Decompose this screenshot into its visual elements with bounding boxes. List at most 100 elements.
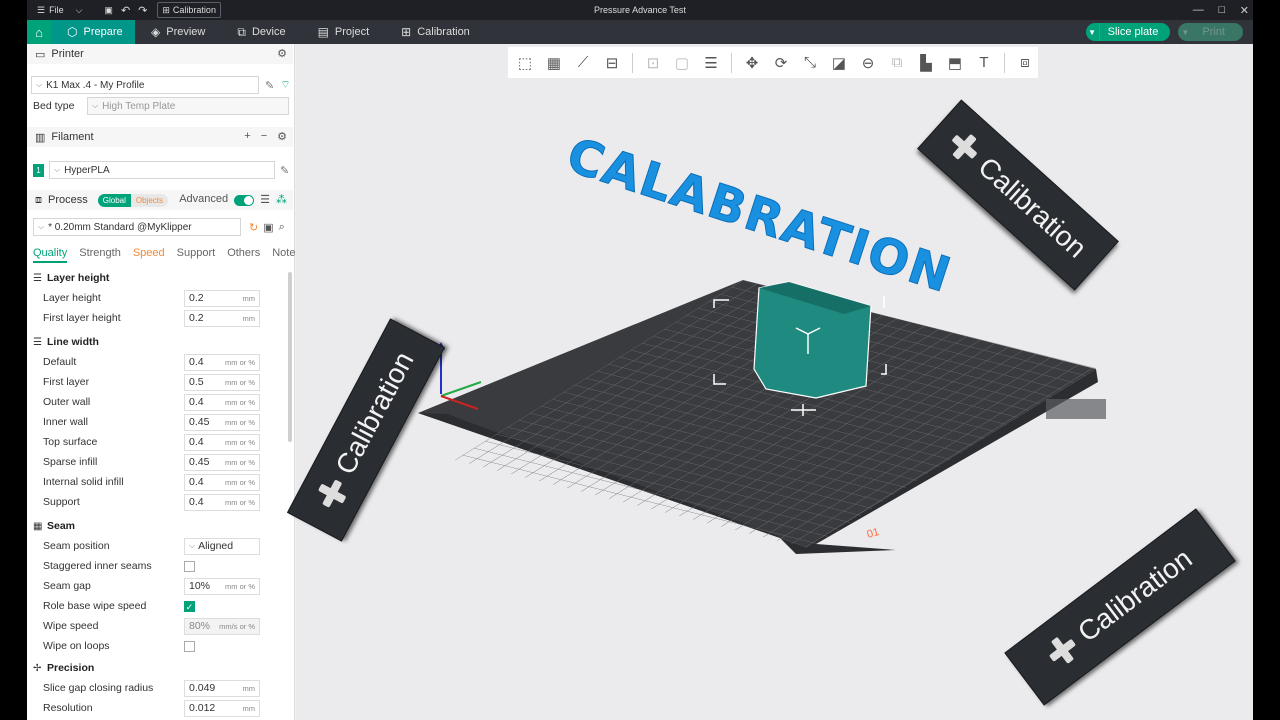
tab-prepare[interactable]: ⬡ Prepare (51, 20, 135, 44)
group-precision: ✢ Precision (27, 658, 286, 678)
param-input[interactable]: 0.5 mm or % (184, 373, 260, 391)
tab-preview[interactable]: ◈ Preview (135, 20, 221, 44)
plate-icons[interactable] (1046, 399, 1106, 419)
remove-icon[interactable]: − (261, 130, 267, 143)
close-button[interactable]: ✕ (1240, 4, 1249, 17)
wifi-icon[interactable]: ⌔ (280, 78, 290, 92)
tab-strength[interactable]: Strength (79, 247, 121, 263)
param-value: 0.5 (189, 376, 204, 388)
search-icon[interactable]: ⌕ (279, 221, 285, 234)
add-icon[interactable]: + (244, 130, 250, 143)
wipe-loops-checkbox[interactable] (184, 640, 195, 652)
param-value: 0.2 (189, 312, 204, 324)
role-wipe-checkbox[interactable]: ✓ (184, 600, 195, 612)
param-unit: mm (242, 683, 256, 693)
param-input[interactable]: 0.4 mm or % (184, 433, 260, 451)
file-menu[interactable]: ☰ File ⌵ (27, 0, 86, 20)
process-profile-select[interactable]: ⌵ * 0.20mm Standard @MyKlipper (33, 218, 241, 236)
param-input[interactable]: 0.2 mm (184, 309, 260, 327)
3d-viewport[interactable]: ⬚ ▦ ⟋ ⊟ ⊡ ▢ ☰ ✥ ⟳ ⤡ ◪ ⊖ ⧉ ▙ ⬒ T ⧈ 01 CAL… (286, 44, 1253, 720)
calibration-title-tab[interactable]: ⊞ Calibration (157, 2, 221, 18)
tab-quality[interactable]: Quality (33, 247, 68, 263)
calibration-title-tab-label: Calibration (172, 5, 216, 15)
group-label: Precision (47, 662, 95, 674)
save-icon[interactable]: ▣ (263, 221, 273, 234)
param-input[interactable]: 0.2 mm (184, 289, 260, 307)
param-unit: mm or % (225, 581, 255, 591)
param-row: Staggered inner seams (27, 556, 286, 576)
param-input[interactable]: 0.012 mm (184, 699, 260, 717)
param-input[interactable]: 0.4 mm or % (184, 353, 260, 371)
left-black-border (0, 0, 27, 720)
calabration-overlay-text: CALABRATION (560, 127, 958, 304)
tab-others[interactable]: Others (227, 247, 260, 263)
global-objects-toggle[interactable]: Global Objects (97, 193, 168, 207)
seam-position-select[interactable]: ⌵ Aligned (184, 537, 260, 555)
param-input[interactable]: 0.4 mm or % (184, 393, 260, 411)
param-row: Seam position ⌵ Aligned (27, 536, 286, 556)
list-icon[interactable]: ☰ (260, 193, 270, 206)
param-input[interactable]: 10% mm or % (184, 577, 260, 595)
param-input[interactable]: 0.049 mm (184, 679, 260, 697)
param-input[interactable]: 0.4 mm or % (184, 473, 260, 491)
redo-icon[interactable]: ↷ (134, 0, 151, 20)
process-profile-value: * 0.20mm Standard @MyKlipper (48, 221, 192, 233)
tab-speed[interactable]: Speed (133, 247, 165, 263)
reset-icon[interactable]: ↻ (249, 221, 258, 234)
calibration-icon (313, 475, 351, 513)
chevron-down-icon[interactable]: ▼ (1086, 23, 1100, 41)
param-unit: mm (242, 703, 256, 713)
objects-toggle[interactable]: Objects (130, 193, 168, 207)
bed-type-select[interactable]: ⌵ High Temp Plate (87, 97, 289, 115)
param-unit: mm or % (225, 357, 255, 367)
save-icon[interactable]: ▣ (100, 0, 117, 20)
minimize-button[interactable]: — (1193, 4, 1204, 16)
process-profile-row: ⌵ * 0.20mm Standard @MyKlipper ↻ ▣ ⌕ (33, 218, 285, 236)
home-icon[interactable]: ⌂ (27, 20, 51, 44)
param-value: 0.4 (189, 396, 204, 408)
param-value: Aligned (198, 540, 234, 552)
chevron-down-icon[interactable]: ▼ (1178, 23, 1192, 41)
param-row: Support 0.4 mm or % (27, 492, 286, 512)
param-row: Seam gap 10% mm or % (27, 576, 286, 596)
tab-calibration[interactable]: ⊞ Calibration (385, 20, 486, 44)
edit-icon[interactable]: ✎ (265, 79, 274, 92)
staggered-checkbox[interactable] (184, 560, 195, 572)
sidebar-scrollbar[interactable] (288, 272, 292, 442)
tab-project-label: Project (334, 26, 370, 38)
tab-project[interactable]: ▤ Project (302, 20, 386, 44)
filament-section-header: ▥ Filament + − ⚙ (27, 127, 293, 147)
process-header-label: Process (48, 194, 88, 206)
printer-profile-select[interactable]: ⌵ K1 Max .4 - My Profile (31, 76, 259, 94)
advanced-switch[interactable] (234, 195, 255, 206)
print-button[interactable]: ▼ Print (1178, 23, 1243, 41)
global-toggle[interactable]: Global (97, 193, 131, 207)
param-input[interactable]: 0.45 mm or % (184, 413, 260, 431)
title-bar: ☰ File ⌵ ▣ ↶ ↷ ⊞ Calibration Pressure Ad… (27, 0, 1253, 20)
param-value: 0.012 (189, 702, 216, 714)
hamburger-icon: ☰ (37, 4, 46, 15)
tab-device[interactable]: ⧉ Device (221, 20, 301, 44)
param-input[interactable]: 80% mm/s or % (184, 617, 260, 635)
process-section-header: ⧈ Process Global Objects Advanced ☰ ⁂ (27, 190, 293, 210)
param-label: Wipe speed (43, 620, 99, 632)
filament-select[interactable]: ⌵ HyperPLA (49, 161, 275, 179)
file-menu-label: File (49, 5, 64, 15)
slice-plate-button[interactable]: ▼ Slice plate (1085, 23, 1171, 41)
chevron-down-icon: ⌵ (36, 80, 43, 89)
tab-support[interactable]: Support (177, 247, 216, 263)
param-value: 0.45 (189, 456, 210, 468)
gear-icon[interactable]: ⚙ (277, 130, 287, 143)
gear-icon[interactable]: ⚙ (277, 47, 287, 60)
plate-number: 01 (866, 526, 881, 541)
param-input[interactable]: 0.45 mm or % (184, 453, 260, 471)
param-input[interactable]: 0.4 mm or % (184, 493, 260, 511)
param-value: 0.4 (189, 476, 204, 488)
param-label: First layer (43, 376, 90, 388)
compare-icon[interactable]: ⁂ (276, 193, 287, 206)
edit-icon[interactable]: ✎ (280, 164, 289, 177)
layers-icon: ◈ (151, 25, 161, 39)
maximize-button[interactable]: ☐ (1218, 5, 1226, 16)
grid-icon: ⊞ (162, 4, 170, 15)
undo-icon[interactable]: ↶ (117, 0, 134, 20)
